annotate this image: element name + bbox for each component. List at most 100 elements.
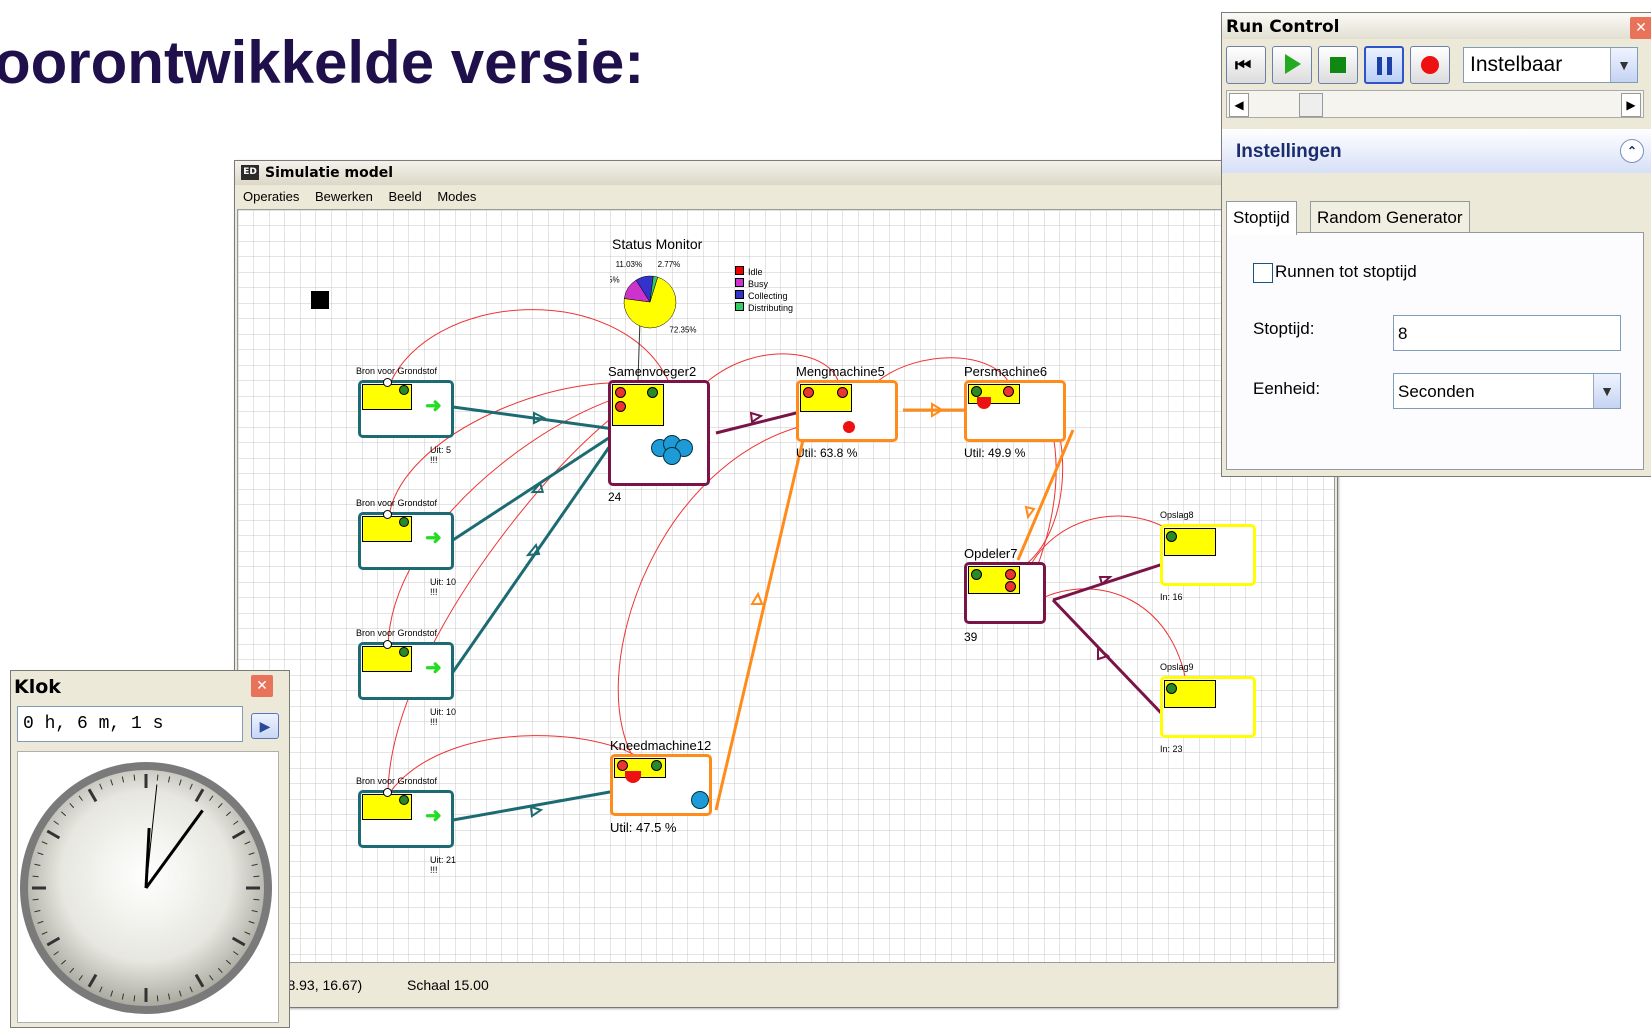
node-label: Bron voor Grondstof [356,498,438,508]
node-box[interactable] [610,754,712,816]
scroll-left-icon[interactable]: ◀ [1229,93,1249,117]
node-box[interactable]: ➜ [358,788,454,848]
node-persmachine[interactable]: Persmachine6 Util: 49.9 % [964,364,1084,464]
menu-bewerken[interactable]: Bewerken [315,189,373,204]
clock-tick [133,774,136,781]
model-canvas[interactable]: Status Monitor 72.35% 13.85% 11.03% 2.77% I… [237,209,1335,963]
node-label: Opdeler7 [964,546,1018,561]
clock-tick [253,898,260,901]
chevron-down-icon[interactable]: ▼ [1610,48,1637,82]
node-sub: In: 23 [1160,744,1183,754]
legend-item: Collecting [735,290,793,302]
node-sub: Uit: 10 !!! [430,707,457,727]
node-sub: Util: 63.8 % [796,446,858,460]
clock-title: Klok [14,676,61,698]
simulation-window: ED Simulatie model Operaties Bewerken Be… [234,160,1338,1008]
tab-random-generator[interactable]: Random Generator [1310,201,1470,233]
play-button[interactable] [1272,46,1312,84]
node-box[interactable]: ➜ [358,640,454,700]
product-spheres-icon [651,435,695,465]
speed-scrollbar[interactable]: ◀ ▶ [1226,90,1644,118]
node-bron1[interactable]: Bron voor Grondstof ➜ Uit: 5 !!! [350,366,460,466]
run-control-titlebar: Run Control [1222,13,1651,39]
record-button[interactable] [1410,46,1450,84]
node-box[interactable] [1160,676,1256,738]
stoptijd-value: 8 [1398,324,1408,343]
node-mengmachine[interactable]: Mengmachine5 Util: 63.8 % [796,364,916,464]
node-bron3[interactable]: Bron voor Grondstof ➜ Uit: 10 !!! [350,628,460,728]
node-box[interactable] [964,562,1046,624]
instellingen-section-header[interactable]: Instellingen ⌃ [1222,129,1651,173]
clock-tick [253,875,260,878]
step-back-icon: ⏮ [1235,55,1252,75]
pie-slice-label: 72.35% [669,325,696,334]
scroll-right-icon[interactable]: ▶ [1621,93,1641,117]
node-sub: Uit: 21 !!! [430,855,457,875]
source-arrow-icon: ➜ [425,527,442,549]
sim-menubar: Operaties Bewerken Beeld Modes [235,186,1337,208]
legend-item: Busy [735,278,793,290]
node-sub: Uit: 10 !!! [430,577,457,597]
node-bron2[interactable]: Bron voor Grondstof ➜ Uit: 10 !!! [350,498,460,598]
clock-time-field[interactable]: 0 h, 6 m, 1 s [17,706,243,742]
close-icon[interactable]: ✕ [1630,17,1651,39]
eenheid-value: Seconden [1398,382,1475,401]
app-icon: ED [241,165,259,180]
stoptijd-panel: Runnen tot stoptijd Stoptijd: 8 Eenheid:… [1226,232,1644,470]
eenheid-select[interactable]: Seconden ▼ [1393,373,1621,409]
scroll-thumb[interactable] [1299,93,1323,117]
source-arrow-icon: ➜ [425,395,442,417]
node-box[interactable] [796,380,898,442]
status-monitor[interactable]: Status Monitor 72.35% 13.85% 11.03% 2.77% I… [610,234,810,354]
record-icon [1421,56,1439,74]
close-icon[interactable]: ✕ [251,675,273,697]
node-sub: Util: 49.9 % [964,446,1026,460]
node-box[interactable]: ➜ [358,510,454,570]
run-mode-value: Instelbaar [1470,53,1563,76]
clock-go-button[interactable]: ▶ [251,713,279,739]
node-box[interactable] [608,380,710,486]
node-opdeler[interactable]: Opdeler7 39 [964,546,1074,656]
clock-tick [32,898,39,901]
collapse-icon[interactable]: ⌃ [1620,139,1644,163]
sim-window-title: Simulatie model [265,165,394,181]
run-until-stop-checkbox[interactable] [1253,263,1273,283]
menu-modes[interactable]: Modes [437,189,476,204]
node-label: Samenvoeger2 [608,364,697,379]
clock-face [20,762,272,1014]
analog-clock [17,751,279,1023]
node-box[interactable] [1160,524,1256,586]
node-label: Bron voor Grondstof [356,776,438,786]
node-kneedmachine[interactable]: Kneedmachine12 Util: 47.5 % [610,738,730,848]
stop-button[interactable] [1318,46,1358,84]
node-opslag8[interactable]: Opslag8 In: 16 [1156,510,1266,610]
node-sub: Util: 47.5 % [610,820,677,835]
menu-operaties[interactable]: Operaties [243,189,299,204]
node-box[interactable] [964,380,1066,442]
legend-item: Idle [735,266,793,278]
chevron-down-icon[interactable]: ▼ [1593,374,1620,408]
pause-button[interactable] [1364,46,1404,84]
status-pie-chart: 72.35% 13.85% 11.03% 2.77% [610,260,697,335]
run-control-title: Run Control [1226,17,1340,37]
black-marker[interactable] [311,291,329,309]
arrow-right-icon: ▶ [259,718,271,734]
status-scale: Schaal 15.00 [407,977,489,993]
node-sub: Uit: 5 !!! [430,445,452,465]
tab-stoptijd[interactable]: Stoptijd [1226,201,1297,235]
node-box[interactable]: ➜ [358,378,454,438]
run-mode-select[interactable]: Instelbaar ▼ [1463,47,1638,83]
node-samenvoeger[interactable]: Samenvoeger2 24 [608,364,728,504]
reset-button[interactable]: ⏮ [1226,46,1266,84]
node-bron4[interactable]: Bron voor Grondstof ➜ Uit: 21 !!! [350,776,460,876]
sim-titlebar: ED Simulatie model [235,161,1337,185]
node-label: Kneedmachine12 [610,738,712,753]
node-opslag9[interactable]: Opslag9 In: 23 [1156,662,1266,762]
node-sub: 24 [608,490,622,504]
menu-beeld[interactable]: Beeld [388,189,421,204]
node-label: Mengmachine5 [796,364,885,379]
node-label: Persmachine6 [964,364,1048,379]
product-dot-icon [843,421,855,433]
stop-icon [1330,57,1346,73]
stoptijd-input[interactable]: 8 [1393,315,1621,351]
